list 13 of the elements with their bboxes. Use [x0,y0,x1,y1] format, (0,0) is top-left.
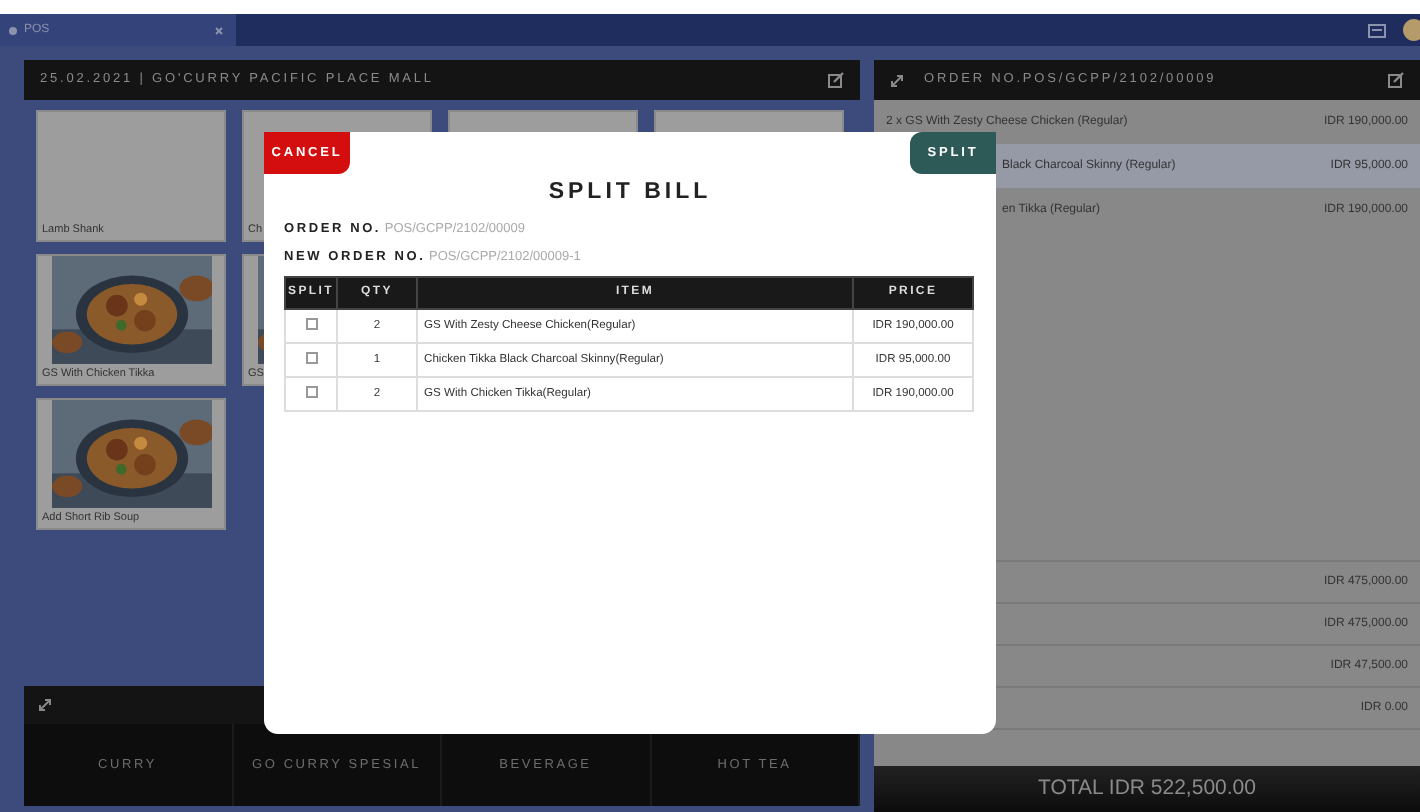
split-checkbox[interactable] [305,352,317,365]
split-checkbox[interactable] [305,318,317,331]
edit-icon [828,72,844,88]
expand-icon [38,698,52,712]
expand-icon [890,73,904,87]
dialog-title: SPLIT BILL [548,180,712,204]
edit-icon [1388,72,1404,88]
window-icon [1368,23,1386,37]
user-avatar [1402,18,1420,42]
app-icon [8,25,18,35]
close-icon [214,25,224,35]
split-checkbox[interactable] [305,386,317,399]
total-bar: TOTAL IDR 522,500.00 [874,766,1420,812]
